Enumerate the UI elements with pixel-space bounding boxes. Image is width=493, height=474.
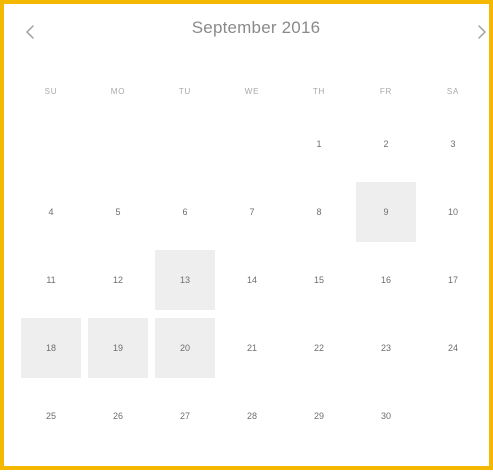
weekday-label: SA [446,87,460,96]
day-cell[interactable]: 29 [289,386,349,446]
day-cell[interactable]: 15 [289,250,349,310]
day-cell[interactable]: 22 [289,318,349,378]
day-cell[interactable]: 26 [88,386,148,446]
day-cell[interactable]: 4 [21,182,81,242]
day-cell[interactable]: 7 [222,182,282,242]
day-cell[interactable]: 30 [356,386,416,446]
calendar-header: September 2016 [18,4,493,60]
day-cell[interactable]: 16 [356,250,416,310]
day-cell[interactable]: 1 [289,114,349,174]
month-title: September 2016 [191,18,321,37]
chevron-right-icon [477,24,487,40]
day-cell[interactable]: 21 [222,318,282,378]
day-cell[interactable]: 11 [21,250,81,310]
day-cell[interactable]: 3 [423,114,483,174]
calendar: September 2016 SU MO TU WE TH FR SA 1234… [18,4,493,474]
day-cell[interactable]: 2 [356,114,416,174]
day-cell[interactable]: 28 [222,386,282,446]
next-month-button[interactable] [470,18,493,46]
day-cell[interactable]: 27 [155,386,215,446]
day-cell[interactable]: 6 [155,182,215,242]
day-cell[interactable]: 24 [423,318,483,378]
weekday-label: TU [178,87,192,96]
day-cell-selected[interactable]: 9 [356,182,416,242]
weekday-label: TH [312,87,326,96]
day-cell-selected[interactable]: 13 [155,250,215,310]
day-cell[interactable]: 25 [21,386,81,446]
day-cell-selected[interactable]: 20 [155,318,215,378]
weekday-label: MO [110,87,126,96]
day-cell-selected[interactable]: 18 [21,318,81,378]
weekday-label: FR [379,87,393,96]
weekday-header-row: SU MO TU WE TH FR SA [21,76,493,108]
day-cell[interactable]: 10 [423,182,483,242]
day-cell[interactable]: 14 [222,250,282,310]
calendar-frame: September 2016 SU MO TU WE TH FR SA 1234… [0,0,493,470]
weekday-label: WE [244,87,260,96]
day-cell[interactable]: 5 [88,182,148,242]
day-cell-selected[interactable]: 19 [88,318,148,378]
day-cell[interactable]: 17 [423,250,483,310]
day-cell[interactable]: 12 [88,250,148,310]
day-cell[interactable]: 8 [289,182,349,242]
day-cell[interactable]: 23 [356,318,416,378]
weekday-label: SU [44,87,58,96]
